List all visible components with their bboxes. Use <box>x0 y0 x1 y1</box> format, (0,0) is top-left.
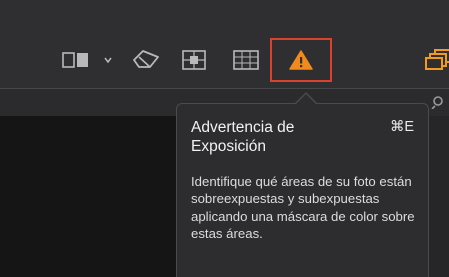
compare-view-dropdown[interactable] <box>100 50 116 70</box>
tooltip-arrow <box>296 94 316 104</box>
table-grid-button[interactable] <box>230 45 262 75</box>
tooltip-header: Advertencia de Exposición ⌘E <box>191 118 414 156</box>
eraser-icon <box>133 50 159 68</box>
zoom-icon[interactable] <box>431 95 445 110</box>
tooltip-shortcut: ⌘E <box>389 119 414 135</box>
table-grid-icon <box>233 50 259 70</box>
grid-overlay-icon <box>182 50 206 70</box>
tooltip-description: Identifique qué áreas de su foto están s… <box>191 174 415 241</box>
stacked-windows-button[interactable] <box>425 46 449 72</box>
compare-view-icon <box>62 52 88 68</box>
exposure-warning-icon <box>289 50 313 70</box>
exposure-warning-button[interactable] <box>270 38 332 82</box>
grid-overlay-button[interactable] <box>178 45 210 75</box>
chevron-down-icon <box>104 57 112 64</box>
right-panel <box>428 116 449 277</box>
exposure-warning-tooltip: Advertencia de Exposición ⌘E Identifique… <box>176 103 429 277</box>
tooltip-title: Advertencia de Exposición <box>191 119 295 155</box>
stacked-windows-icon <box>425 49 449 70</box>
eraser-button[interactable] <box>128 44 164 74</box>
toolbar <box>0 0 449 88</box>
compare-view-button[interactable] <box>60 48 100 72</box>
